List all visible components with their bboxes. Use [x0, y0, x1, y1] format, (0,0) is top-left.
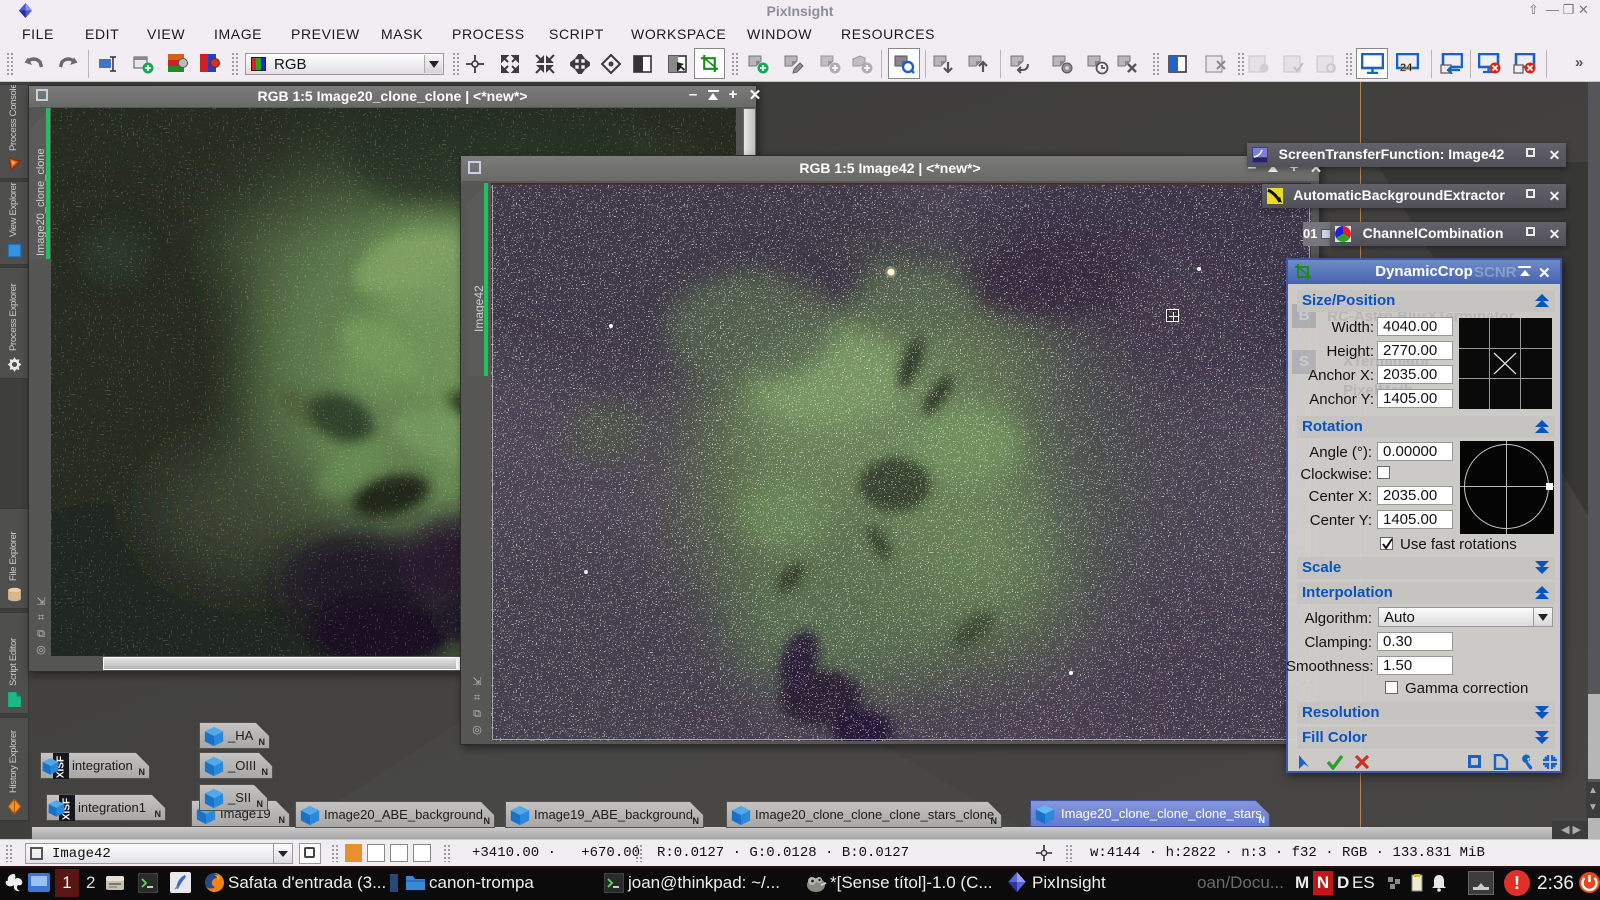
svg-text:24: 24: [1400, 62, 1413, 74]
